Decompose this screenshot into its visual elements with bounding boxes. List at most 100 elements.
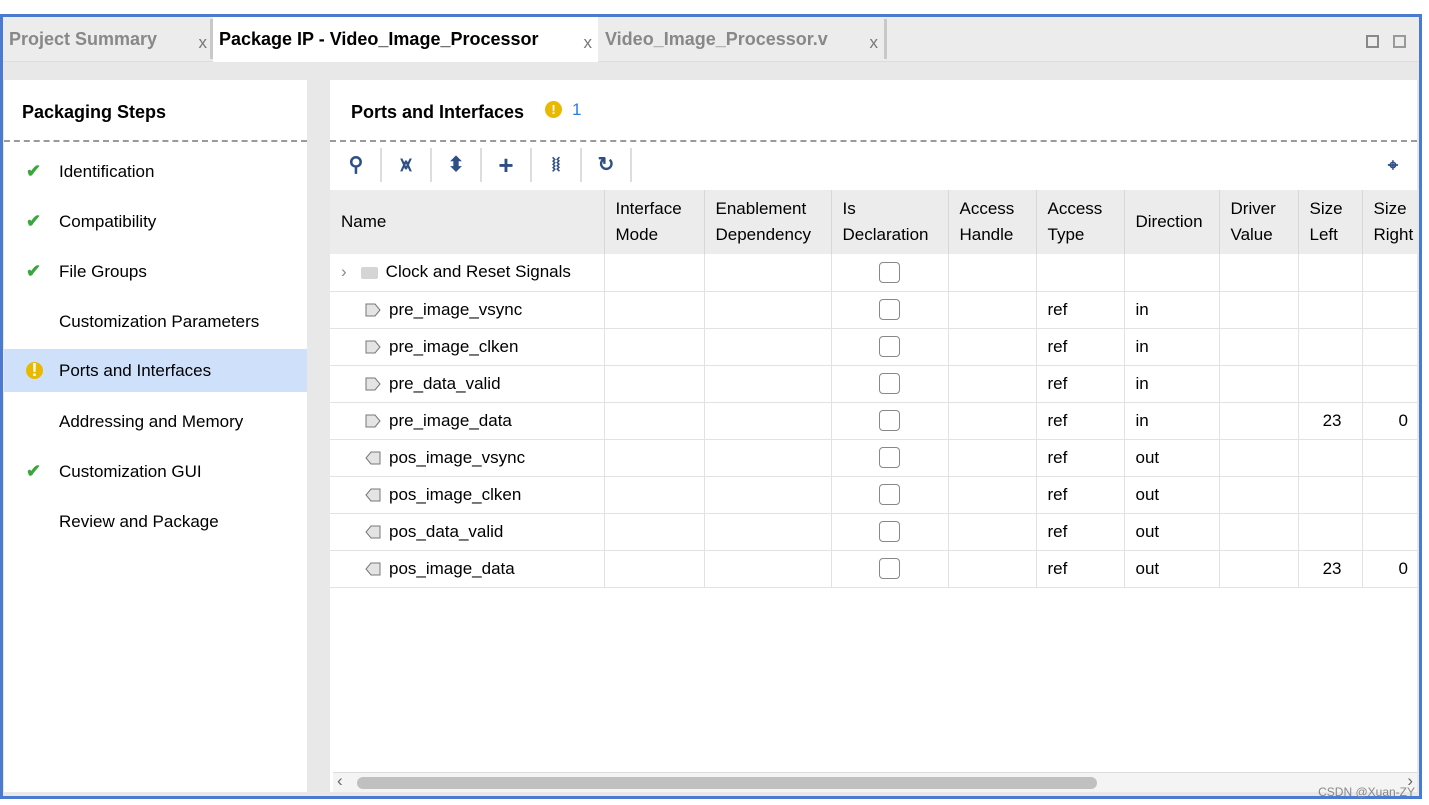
column-header[interactable]: Is Declaration — [831, 190, 949, 254]
column-header[interactable]: Access Type — [1036, 190, 1125, 254]
pin-icon[interactable]: ⌖ — [1378, 150, 1408, 180]
size-right — [1362, 476, 1417, 514]
port-name: pre_data_valid — [389, 373, 501, 393]
search-icon[interactable]: ⚲ — [341, 150, 371, 180]
port-name: pos_data_valid — [389, 521, 504, 541]
column-header[interactable]: Name — [330, 190, 605, 254]
maximize-icon[interactable] — [1366, 35, 1379, 48]
step-identification[interactable]: ✔ Identification — [4, 151, 307, 193]
access-type: ref — [1036, 439, 1125, 477]
column-header[interactable]: Direction — [1124, 190, 1220, 254]
size-left — [1298, 328, 1363, 366]
output-port-icon — [365, 559, 389, 578]
is-declaration-checkbox[interactable] — [879, 447, 900, 468]
expand-all-icon[interactable]: ⬍ — [441, 150, 471, 180]
size-left: 23 — [1298, 402, 1363, 440]
is-declaration-checkbox[interactable] — [879, 336, 900, 357]
tab-package-ip[interactable]: Package IP - Video_Image_Processor x — [213, 17, 598, 62]
scroll-left-icon[interactable]: ‹ — [337, 771, 343, 791]
scrollbar-thumb[interactable] — [357, 777, 1097, 789]
size-left: 23 — [1298, 550, 1363, 588]
table-row[interactable]: pre_image_clken ref in — [330, 328, 1417, 366]
step-addressing-and-memory[interactable]: Addressing and Memory — [4, 401, 307, 443]
step-label: Compatibility — [59, 212, 157, 231]
table-row[interactable]: pos_image_clken ref out — [330, 476, 1417, 514]
is-declaration-checkbox[interactable] — [879, 558, 900, 579]
table-row[interactable]: pre_data_valid ref in — [330, 365, 1417, 403]
table-row[interactable]: pre_image_vsync ref in — [330, 291, 1417, 329]
size-right: 0 — [1362, 402, 1417, 440]
fit-columns-icon[interactable]: ⧘⧙ — [541, 150, 571, 180]
is-declaration-checkbox[interactable] — [879, 410, 900, 431]
direction: out — [1124, 550, 1220, 588]
is-declaration-checkbox[interactable] — [879, 261, 900, 283]
step-file-groups[interactable]: ✔ File Groups — [4, 251, 307, 293]
table-row[interactable]: pos_data_valid ref out — [330, 513, 1417, 551]
group-label: Clock and Reset Signals — [385, 262, 571, 282]
is-declaration-checkbox[interactable] — [879, 521, 900, 542]
step-label: Identification — [59, 162, 155, 181]
input-port-icon — [365, 411, 389, 430]
divider — [330, 140, 1417, 142]
table-row[interactable]: pos_image_vsync ref out — [330, 439, 1417, 477]
input-port-icon — [365, 337, 389, 356]
step-compatibility[interactable]: ✔ Compatibility — [4, 201, 307, 243]
check-icon: ✔ — [26, 211, 42, 231]
port-name: pos_image_data — [389, 558, 515, 578]
packaging-steps-panel: Packaging Steps ✔ Identification ✔ Compati… — [4, 80, 307, 792]
column-header[interactable]: Interface Mode — [604, 190, 705, 254]
close-icon[interactable]: x — [199, 33, 208, 53]
size-right — [1362, 365, 1417, 403]
warning-count-link[interactable]: 1 — [572, 100, 581, 120]
toolbar-divider — [630, 148, 632, 182]
step-ports-and-interfaces[interactable]: ! Ports and Interfaces — [4, 349, 307, 392]
toolbar-divider — [530, 148, 532, 182]
tab-project-summary[interactable]: Project Summary x — [3, 17, 213, 62]
check-icon: ✔ — [26, 161, 42, 181]
port-name: pre_image_data — [389, 410, 512, 430]
collapse-all-icon[interactable]: ⩙ — [391, 150, 421, 180]
step-review-and-package[interactable]: Review and Package — [4, 501, 307, 543]
chevron-right-icon[interactable]: › — [341, 262, 347, 281]
step-customization-parameters[interactable]: Customization Parameters — [4, 301, 307, 343]
size-right: 0 — [1362, 550, 1417, 588]
add-icon[interactable]: + — [491, 150, 521, 180]
close-icon[interactable]: x — [870, 33, 879, 53]
tab-bar: Project Summary x Package IP - Video_Imag… — [3, 17, 1419, 62]
table-row[interactable]: pre_image_data ref in 23 0 — [330, 402, 1417, 440]
direction: in — [1124, 328, 1220, 366]
table-header: Name Interface Mode Enablement Dependenc… — [330, 190, 1417, 254]
tab-divider — [884, 19, 887, 59]
tab-video-image-processor-v[interactable]: Video_Image_Processor.v x — [599, 17, 884, 62]
close-icon[interactable]: x — [584, 33, 593, 53]
toolbar-divider — [580, 148, 582, 182]
port-name: pos_image_clken — [389, 484, 522, 504]
toolbar-divider — [480, 148, 482, 182]
horizontal-scrollbar[interactable]: ‹ › — [333, 771, 1417, 792]
access-type: ref — [1036, 513, 1125, 551]
column-header[interactable]: Size Right — [1362, 190, 1417, 254]
toolbar-divider — [380, 148, 382, 182]
is-declaration-checkbox[interactable] — [879, 373, 900, 394]
table-row[interactable]: pos_image_data ref out 23 0 — [330, 550, 1417, 588]
step-customization-gui[interactable]: ✔ Customization GUI — [4, 451, 307, 493]
watermark: CSDN @Xuan-ZY — [1318, 785, 1415, 799]
is-declaration-checkbox[interactable] — [879, 299, 900, 320]
float-icon[interactable] — [1393, 35, 1406, 48]
port-name: pos_image_vsync — [389, 447, 526, 467]
step-label: Customization Parameters — [59, 312, 260, 331]
column-header[interactable]: Driver Value — [1219, 190, 1299, 254]
table-row-group[interactable]: › Clock and Reset Signals — [330, 254, 1417, 292]
refresh-icon[interactable]: ↻ — [591, 150, 621, 180]
size-left — [1298, 365, 1363, 403]
toolbar-divider — [430, 148, 432, 182]
is-declaration-checkbox[interactable] — [879, 484, 900, 505]
step-label: Ports and Interfaces — [59, 360, 212, 380]
input-port-icon — [365, 374, 389, 393]
panel-title: Ports and Interfaces — [351, 102, 525, 122]
column-header[interactable]: Enablement Dependency — [704, 190, 832, 254]
tab-label: Project Summary — [9, 29, 158, 49]
column-header[interactable]: Access Handle — [948, 190, 1037, 254]
column-header[interactable]: Size Left — [1298, 190, 1363, 254]
size-right — [1362, 513, 1417, 551]
